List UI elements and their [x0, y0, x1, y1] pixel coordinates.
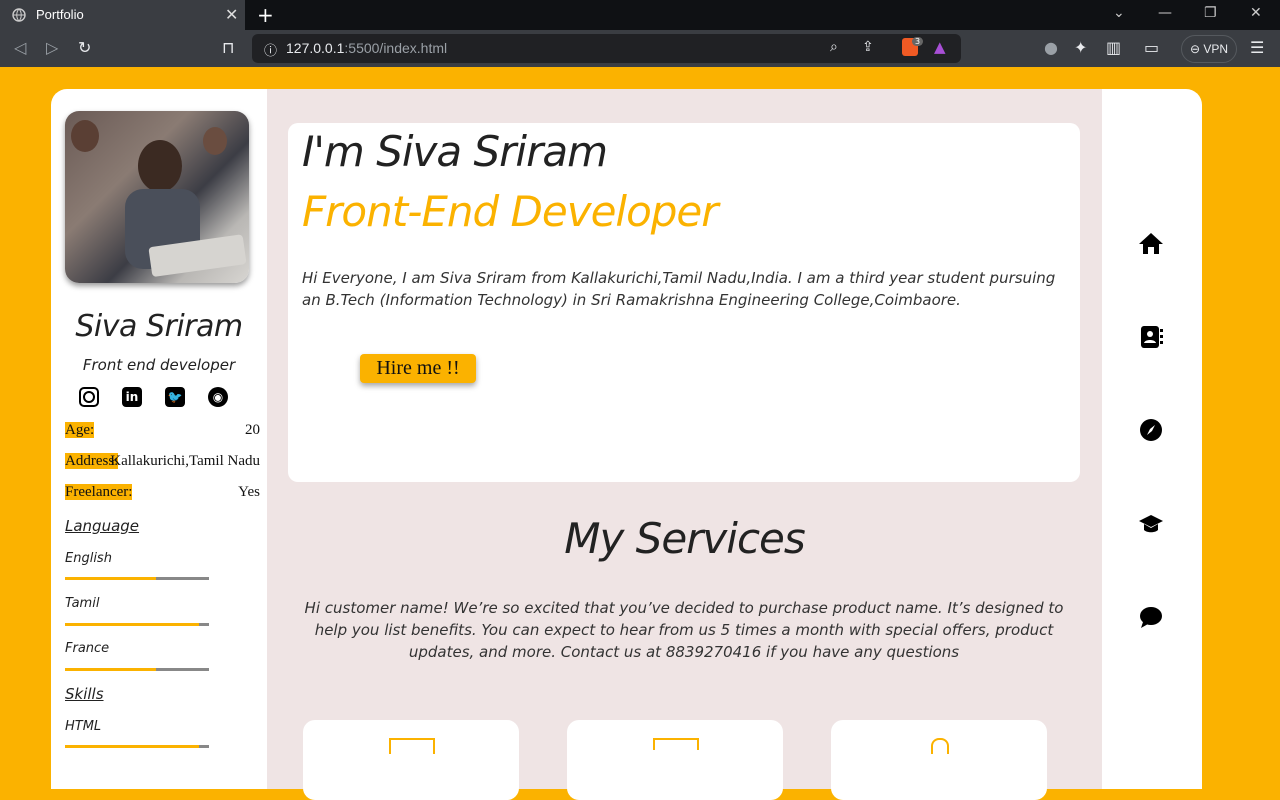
info-freelancer-label: Freelancer:	[65, 484, 133, 500]
right-nav	[1102, 89, 1202, 789]
services-text: Hi customer name! We’re so excited that …	[304, 599, 1064, 661]
browser-tab[interactable]: Portfolio ✕	[0, 0, 245, 30]
browser-toolbar: ◁ ▷ ↻ ⊓ ⓘ 127.0.0.1:5500/index.html ⌕ ⇪ …	[0, 30, 1280, 67]
url-text: 127.0.0.1:5500/index.html	[286, 40, 448, 56]
new-tab-icon[interactable]: +	[257, 3, 274, 27]
info-age-value: 20	[245, 422, 260, 438]
site-info-icon[interactable]: ⓘ	[264, 40, 277, 59]
address-bar[interactable]: ⓘ 127.0.0.1:5500/index.html ⌕ ⇪ 3 ▲	[252, 34, 961, 63]
chat-icon[interactable]	[1138, 604, 1164, 630]
contact-book-icon[interactable]	[1138, 324, 1164, 350]
info-address-value: Kallakurichi,Tamil Nadu	[110, 453, 260, 469]
bookmark-icon[interactable]: ⊓	[222, 38, 234, 57]
forward-icon[interactable]: ▷	[46, 38, 58, 57]
language-france-bar	[65, 668, 209, 671]
shield-count-badge: 3	[912, 37, 924, 46]
compass-icon[interactable]	[1138, 417, 1164, 443]
share-icon[interactable]: ⇪	[862, 39, 874, 55]
language-heading: Language	[65, 517, 140, 535]
browser-tab-bar: Portfolio ✕ + ⌄ — ❐ ✕	[0, 0, 1280, 30]
hero-title: Front-End Developer	[302, 187, 719, 236]
monitor-icon	[389, 738, 435, 754]
reload-icon[interactable]: ↻	[78, 38, 91, 57]
twitter-icon[interactable]: 🐦	[165, 387, 185, 407]
zoom-icon[interactable]: ⌕	[830, 39, 838, 55]
home-icon[interactable]	[1138, 230, 1164, 256]
skill-html-bar	[65, 745, 209, 748]
profile-name: Siva Sriram	[75, 309, 243, 344]
service-card[interactable]	[567, 720, 783, 800]
vpn-button[interactable]: ⊖ VPN	[1181, 35, 1237, 63]
skill-html-label: HTML	[65, 719, 102, 734]
info-age-label: Age:	[65, 422, 95, 438]
extensions-icon[interactable]: ✦	[1074, 38, 1087, 57]
github-icon[interactable]: ◉	[208, 387, 228, 407]
wallet-icon[interactable]: ▭	[1144, 38, 1159, 57]
sidebar-icon[interactable]: ▥	[1106, 38, 1121, 57]
menu-icon[interactable]: ☰	[1250, 38, 1264, 57]
tab-search-icon[interactable]: ⌄	[1113, 5, 1125, 21]
extension-dot-icon[interactable]: ●	[1044, 38, 1058, 57]
hire-me-button[interactable]: Hire me !!	[360, 354, 476, 383]
profile-sidebar: Siva Sriram Front end developer in 🐦 ◉ A…	[51, 89, 267, 789]
hero-bio: Hi Everyone, I am Siva Sriram from Kalla…	[302, 269, 1056, 309]
back-icon[interactable]: ◁	[14, 38, 26, 57]
hero-card: I'm Siva Sriram Front-End Developer Hi E…	[288, 123, 1080, 482]
main-content: I'm Siva Sriram Front-End Developer Hi E…	[267, 89, 1102, 800]
language-english-label: English	[65, 551, 112, 566]
linkedin-icon[interactable]: in	[122, 387, 142, 407]
language-france-label: France	[65, 641, 110, 656]
hero-greeting: I'm Siva Sriram	[302, 127, 608, 176]
design-icon	[653, 738, 699, 750]
brave-rewards-icon[interactable]: ▲	[934, 38, 946, 56]
language-english-bar	[65, 577, 209, 580]
service-card[interactable]	[831, 720, 1047, 800]
bell-icon	[931, 738, 949, 754]
info-freelancer: Freelancer: Yes	[65, 484, 260, 501]
graduation-cap-icon[interactable]	[1138, 511, 1164, 537]
profile-role: Front end developer	[82, 356, 236, 374]
tab-close-icon[interactable]: ✕	[225, 5, 238, 24]
window-close-icon[interactable]: ✕	[1250, 5, 1262, 21]
service-card[interactable]	[303, 720, 519, 800]
instagram-icon[interactable]	[79, 387, 99, 407]
info-age: Age: 20	[65, 422, 260, 439]
services-heading: My Services	[564, 514, 806, 563]
language-tamil-bar	[65, 623, 209, 626]
profile-photo	[65, 111, 249, 283]
globe-icon	[12, 8, 26, 22]
tab-title: Portfolio	[36, 7, 84, 22]
info-address: Address: Kallakurichi,Tamil Nadu	[65, 453, 260, 470]
restore-icon[interactable]: ❐	[1204, 5, 1217, 21]
skills-heading: Skills	[65, 685, 104, 703]
minimize-icon[interactable]: —	[1158, 5, 1172, 21]
language-tamil-label: Tamil	[65, 596, 100, 611]
info-freelancer-value: Yes	[238, 484, 260, 500]
